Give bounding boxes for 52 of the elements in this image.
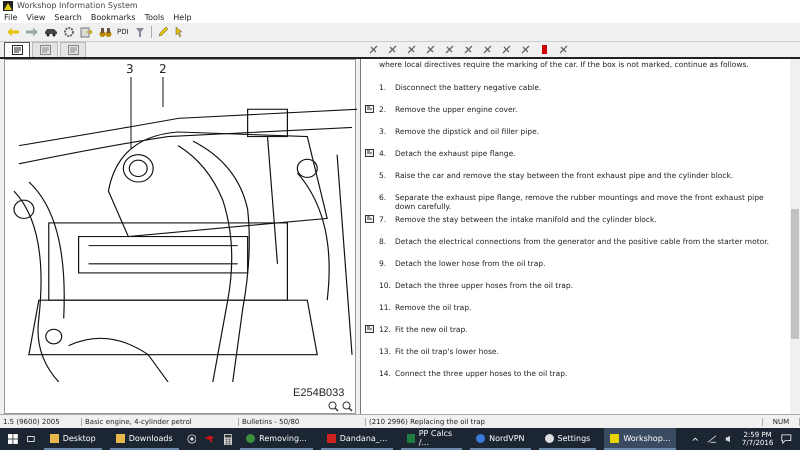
- taskbar-app[interactable]: Desktop: [44, 428, 102, 450]
- chevron-up-icon[interactable]: [692, 436, 699, 442]
- start-windows-icon[interactable]: [8, 433, 18, 445]
- binoculars-icon[interactable]: [99, 26, 112, 38]
- tool-icon[interactable]: [482, 44, 493, 55]
- task-view-icon[interactable]: [26, 434, 36, 444]
- menu-item[interactable]: File: [4, 12, 18, 22]
- webcam-icon[interactable]: [186, 433, 196, 445]
- window-title: Workshop Information System: [17, 1, 138, 10]
- callout-number: 3: [126, 62, 134, 76]
- tool-icon[interactable]: [558, 44, 569, 55]
- gear-icon[interactable]: [63, 26, 75, 38]
- taskbar-app[interactable]: NordVPN: [470, 428, 530, 450]
- tool-icon[interactable]: [406, 44, 417, 55]
- taskbar-app[interactable]: Dandana_...: [320, 428, 394, 450]
- tool-icon[interactable]: [425, 44, 436, 55]
- list-icon: [40, 45, 50, 55]
- figure-code: E254B033: [293, 387, 344, 399]
- callout-number: 2: [159, 62, 167, 76]
- leader-line: [130, 77, 132, 149]
- transfer-icon[interactable]: [80, 26, 94, 38]
- taskbar-app[interactable]: Workshop...: [604, 428, 676, 450]
- list-icon: [68, 45, 78, 55]
- calculator-icon[interactable]: [224, 432, 232, 446]
- notification-icon[interactable]: [781, 433, 792, 445]
- view-tab[interactable]: [4, 42, 30, 57]
- taskbar-app[interactable]: Removing...: [240, 428, 313, 450]
- tool-icon[interactable]: [463, 44, 474, 55]
- tool-icon[interactable]: [368, 44, 379, 55]
- warning-t-icon[interactable]: [539, 44, 550, 55]
- app-logo-icon: [3, 0, 13, 10]
- taskbar-app[interactable]: Settings: [538, 428, 596, 450]
- menu-item[interactable]: Search: [54, 12, 82, 22]
- tool-icon[interactable]: [387, 44, 398, 55]
- tool-icon[interactable]: [444, 44, 455, 55]
- menu-item[interactable]: Bookmarks: [90, 12, 136, 22]
- list-icon: [12, 45, 22, 55]
- zoom-in-icon[interactable]: [328, 401, 339, 412]
- bird-icon[interactable]: [204, 433, 216, 445]
- tool-icon[interactable]: [501, 44, 512, 55]
- zoom-out-icon[interactable]: [342, 401, 353, 412]
- menu-item[interactable]: Tools: [144, 12, 164, 22]
- scrollbar[interactable]: [790, 59, 800, 414]
- car-icon[interactable]: [44, 27, 58, 37]
- menu-item[interactable]: View: [26, 12, 46, 22]
- taskbar-app[interactable]: Downloads: [110, 428, 179, 450]
- leader-line: [162, 77, 164, 107]
- network-icon[interactable]: [706, 434, 717, 444]
- tool-icon[interactable]: [520, 44, 531, 55]
- taskbar-app[interactable]: PP Calcs /...: [401, 428, 462, 450]
- pencil-icon[interactable]: [156, 26, 169, 38]
- menu-item[interactable]: Help: [173, 12, 192, 22]
